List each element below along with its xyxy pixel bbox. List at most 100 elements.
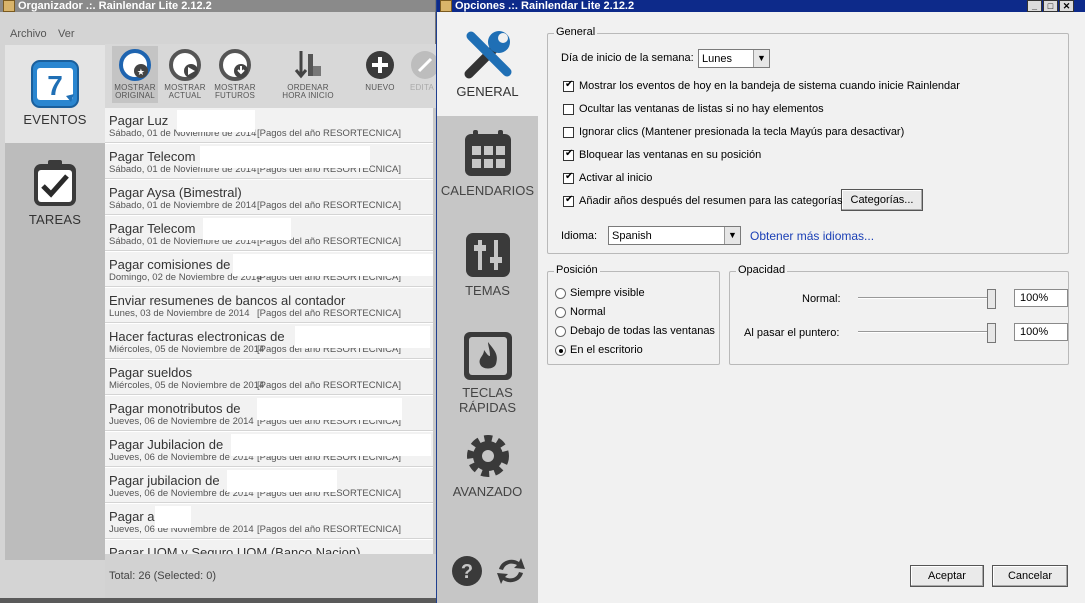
- svg-text:?: ?: [461, 561, 473, 583]
- tab-temas[interactable]: TEMAS: [437, 225, 538, 305]
- show-future-label-2: FUTUROS: [214, 91, 256, 100]
- opacity-hover-slider[interactable]: [987, 323, 996, 343]
- tab-calendarios[interactable]: CALENDARIOS: [437, 120, 538, 210]
- organizer-title: Organizador .:. Rainlendar Lite 2.12.2: [18, 0, 212, 12]
- week-start-select[interactable]: Lunes ▼: [698, 49, 770, 68]
- svg-text:★: ★: [137, 68, 145, 78]
- sidebar-item-tareas[interactable]: TAREAS: [5, 150, 105, 235]
- position-radio-label: Debajo de todas las ventanas: [570, 325, 715, 337]
- svg-text:7: 7: [47, 70, 63, 101]
- app-icon: [3, 0, 15, 12]
- menu-archivo[interactable]: Archivo: [10, 28, 47, 40]
- event-row[interactable]: Pagar Aysa (Bimestral) Sábado, 01 de Novi…: [105, 180, 433, 215]
- taskbar-strip: [0, 598, 436, 603]
- event-row[interactable]: Pagar a $320 Jueves, 06 de Noviembre de 2…: [105, 504, 433, 539]
- general-checkbox[interactable]: [563, 194, 574, 207]
- show-future-button[interactable]: MOSTRAR FUTUROS: [212, 48, 258, 100]
- show-current-button[interactable]: MOSTRAR ACTUAL: [162, 48, 208, 100]
- position-radio[interactable]: [555, 345, 566, 356]
- show-original-icon: ★: [119, 49, 151, 81]
- event-date: Sábado, 01 de Noviembre de 2014: [109, 200, 257, 211]
- event-title: Pagar Telecom: [109, 221, 196, 236]
- tab-teclas-label-2: RÁPIDAS: [458, 400, 517, 415]
- accept-button[interactable]: Aceptar: [910, 565, 984, 587]
- general-checkbox-label: Activar al inicio: [579, 172, 653, 184]
- event-list[interactable]: Pagar Luz Sábado, 01 de Noviembre de 2014…: [105, 108, 433, 554]
- position-radio[interactable]: [555, 326, 566, 337]
- options-titlebar[interactable]: Opciones .:. Rainlendar Lite 2.12.2: [437, 0, 1085, 12]
- opacity-group: Opacidad: [729, 264, 1069, 365]
- refresh-icon[interactable]: [493, 553, 529, 589]
- calendar-seven-icon: 7: [31, 60, 79, 108]
- event-row[interactable]: Hacer facturas electronicas de Miércoles,…: [105, 324, 433, 359]
- show-original-button[interactable]: ★ MOSTRAR ORIGINAL: [112, 48, 158, 100]
- sliders-icon: [466, 233, 510, 277]
- tab-teclas-rapidas[interactable]: TECLAS RÁPIDAS: [437, 325, 538, 420]
- help-icon[interactable]: ?: [451, 555, 483, 587]
- edit-button[interactable]: EDITA: [408, 48, 436, 92]
- event-category: [Pagos del año RESORTECNICA]: [257, 128, 401, 139]
- minimize-button[interactable]: _: [1027, 0, 1042, 12]
- opacity-hover-track: [858, 331, 993, 333]
- event-row[interactable]: Pagar jubilacion de Jueves, 06 de Noviemb…: [105, 468, 433, 503]
- event-date: Lunes, 03 de Noviembre de 2014: [109, 308, 250, 319]
- general-checkbox-label: Bloquear las ventanas en su posición: [579, 149, 762, 161]
- edit-icon: [411, 51, 436, 79]
- event-row[interactable]: Pagar monotributos de Jueves, 06 de Novie…: [105, 396, 433, 431]
- event-title: Pagar UOM y Seguro UOM (Banco Nacion): [109, 545, 361, 554]
- event-row[interactable]: Pagar Luz Sábado, 01 de Noviembre de 2014…: [105, 108, 433, 143]
- opacity-normal-slider[interactable]: [987, 289, 996, 309]
- sort-start-time-button[interactable]: ORDENAR HORA INICIO: [280, 48, 336, 100]
- organizer-footer: Total: 26 (Selected: 0): [105, 554, 436, 598]
- tab-general[interactable]: GENERAL: [437, 12, 538, 116]
- opacity-normal-field[interactable]: 100%: [1014, 289, 1068, 307]
- general-checkbox[interactable]: [563, 171, 574, 184]
- maximize-button[interactable]: □: [1043, 0, 1058, 12]
- week-start-label: Día de inicio de la semana:: [561, 52, 694, 64]
- general-checkbox-label: Mostrar los eventos de hoy en la bandeja…: [579, 80, 960, 92]
- opacity-normal-label: Normal:: [802, 293, 841, 305]
- close-button[interactable]: ✕: [1059, 0, 1074, 12]
- week-start-value: Lunes: [702, 53, 732, 65]
- event-row[interactable]: Pagar Telecom Sábado, 01 de Noviembre de …: [105, 144, 433, 179]
- redacted-region: [295, 326, 430, 348]
- event-category: [Pagos del año RESORTECNICA]: [257, 200, 401, 211]
- cancel-button[interactable]: Cancelar: [992, 565, 1068, 587]
- opacity-group-title: Opacidad: [736, 264, 788, 276]
- event-row[interactable]: Pagar Telecom Sábado, 01 de Noviembre de …: [105, 216, 433, 251]
- event-title: Pagar Aysa (Bimestral): [109, 185, 242, 200]
- general-checkbox[interactable]: [563, 127, 574, 138]
- event-title: Pagar comisiones de: [109, 257, 231, 272]
- event-row[interactable]: Pagar UOM y Seguro UOM (Banco Nacion): [105, 540, 433, 554]
- general-checkbox[interactable]: [563, 79, 574, 92]
- organizer-titlebar[interactable]: Organizador .:. Rainlendar Lite 2.12.2: [0, 0, 435, 12]
- sidebar-label-eventos: EVENTOS: [23, 112, 87, 127]
- opacity-hover-field[interactable]: 100%: [1014, 323, 1068, 341]
- tab-avanzado[interactable]: AVANZADO: [437, 428, 538, 503]
- event-row[interactable]: Pagar comisiones de Domingo, 02 de Noviem…: [105, 252, 433, 287]
- language-select[interactable]: Spanish ▼: [608, 226, 741, 245]
- sidebar-item-eventos[interactable]: 7 EVENTOS: [5, 45, 105, 143]
- categories-button[interactable]: Categorías...: [841, 189, 923, 211]
- event-row[interactable]: Pagar Jubilacion de Jueves, 06 de Noviemb…: [105, 432, 433, 467]
- edit-label: EDITA: [410, 83, 434, 92]
- event-title: Pagar Luz: [109, 113, 169, 128]
- new-button[interactable]: NUEVO: [360, 48, 400, 92]
- more-languages-link[interactable]: Obtener más idiomas...: [750, 229, 874, 243]
- position-radio[interactable]: [555, 288, 566, 299]
- calendar-grid-icon: [465, 130, 511, 176]
- event-row[interactable]: Pagar sueldos Miércoles, 05 de Noviembre …: [105, 360, 433, 395]
- event-list-scrollbar[interactable]: [433, 108, 436, 554]
- gear-icon: [467, 435, 509, 477]
- new-label: NUEVO: [365, 83, 395, 92]
- event-row[interactable]: Enviar resumenes de bancos al contador Lu…: [105, 288, 433, 323]
- general-checkbox[interactable]: [563, 104, 574, 115]
- general-checkbox[interactable]: [563, 148, 574, 161]
- options-title: Opciones .:. Rainlendar Lite 2.12.2: [455, 0, 635, 12]
- event-title: Hacer facturas electronicas de: [109, 329, 285, 344]
- tools-icon: [464, 31, 512, 79]
- position-radio[interactable]: [555, 307, 566, 318]
- opacity-normal-track: [858, 297, 993, 299]
- menu-ver[interactable]: Ver: [58, 28, 75, 40]
- event-title: Enviar resumenes de bancos al contador: [109, 293, 346, 308]
